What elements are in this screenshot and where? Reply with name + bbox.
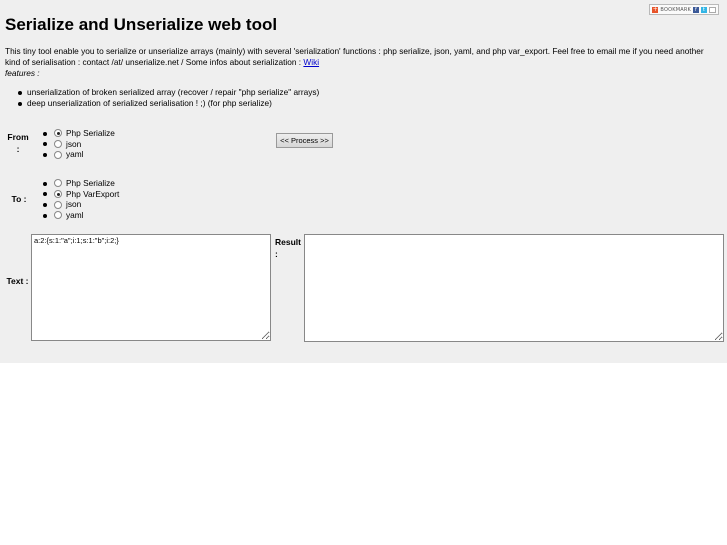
result-output[interactable] bbox=[304, 234, 724, 342]
text-input[interactable]: a:2:{s:1:"a";i:1;s:1:"b";i:2;} bbox=[31, 234, 271, 341]
feature-item: deep unserialization of serialized seria… bbox=[0, 98, 319, 109]
option-label: yaml bbox=[66, 210, 84, 221]
from-options: Php Serialize json yaml bbox=[0, 128, 115, 160]
features-list: unserialization of broken serialized arr… bbox=[0, 87, 319, 109]
features-label: features : bbox=[5, 68, 40, 78]
bookmark-widget[interactable]: + BOOKMARK f t bbox=[649, 4, 719, 15]
intro-paragraph: This tiny tool enable you to serialize o… bbox=[5, 46, 704, 67]
to-option-json[interactable]: json bbox=[0, 199, 119, 210]
option-label: yaml bbox=[66, 149, 84, 160]
result-label: Result : bbox=[275, 237, 301, 259]
page-title: Serialize and Unserialize web tool bbox=[5, 15, 278, 34]
process-button[interactable]: << Process >> bbox=[276, 133, 333, 148]
to-option-php-serialize[interactable]: Php Serialize bbox=[0, 178, 119, 189]
text-label: Text : bbox=[6, 276, 29, 286]
email-icon bbox=[709, 6, 716, 13]
radio-button[interactable] bbox=[54, 211, 62, 220]
from-option-yaml[interactable]: yaml bbox=[0, 149, 115, 160]
radio-button[interactable] bbox=[54, 150, 62, 159]
intro-text: This tiny tool enable you to serialize o… bbox=[5, 46, 717, 68]
radio-button[interactable] bbox=[54, 200, 62, 209]
option-label: Php VarExport bbox=[66, 188, 120, 199]
to-options: Php Serialize Php VarExport json yaml bbox=[0, 178, 119, 221]
plus-icon: + bbox=[652, 5, 659, 13]
feature-item: unserialization of broken serialized arr… bbox=[0, 87, 319, 98]
bookmark-label: BOOKMARK bbox=[660, 6, 691, 13]
option-label: json bbox=[66, 138, 82, 149]
to-option-yaml[interactable]: yaml bbox=[0, 210, 119, 221]
option-label: json bbox=[66, 199, 82, 210]
facebook-icon: f bbox=[693, 6, 699, 13]
radio-button[interactable] bbox=[54, 129, 62, 138]
from-option-php-serialize[interactable]: Php Serialize bbox=[0, 128, 115, 139]
page: + BOOKMARK f t Serialize and Unserialize… bbox=[0, 0, 727, 363]
option-label: Php Serialize bbox=[66, 128, 115, 138]
to-option-php-varexport[interactable]: Php VarExport bbox=[0, 189, 119, 200]
twitter-icon: t bbox=[701, 6, 707, 13]
radio-button[interactable] bbox=[54, 190, 62, 199]
wiki-link[interactable]: Wiki bbox=[303, 57, 319, 67]
option-label: Php Serialize bbox=[66, 178, 115, 188]
from-option-json[interactable]: json bbox=[0, 139, 115, 150]
radio-button[interactable] bbox=[54, 140, 62, 149]
radio-button[interactable] bbox=[54, 179, 62, 188]
